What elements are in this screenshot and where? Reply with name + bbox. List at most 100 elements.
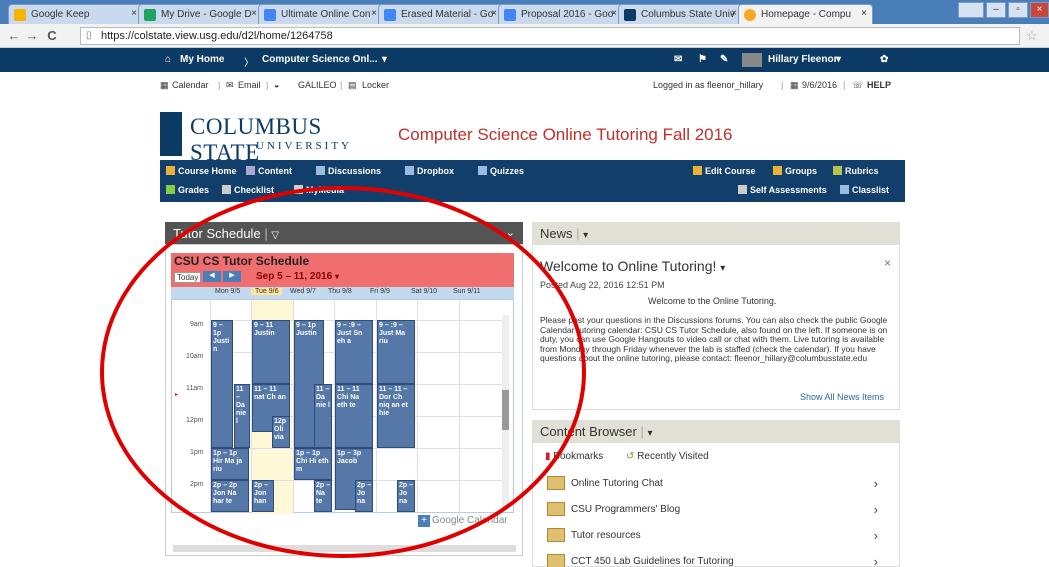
nav-checklist[interactable]: Checklist xyxy=(222,185,274,195)
nav-quizzes[interactable]: Quizzes xyxy=(478,166,524,176)
back-icon[interactable]: ← xyxy=(6,28,22,43)
nav-classlist[interactable]: Classlist xyxy=(840,185,889,195)
close-icon[interactable]: × xyxy=(251,8,257,19)
nav-grades[interactable]: Grades xyxy=(166,185,209,195)
divider: | xyxy=(781,80,784,90)
calendar-event[interactable]: 2p – 2p Jon Na har te xyxy=(211,480,249,512)
course-selector[interactable]: Computer Science Onl... xyxy=(262,54,378,65)
reload-icon[interactable]: C xyxy=(44,28,60,43)
nav-groups[interactable]: Groups xyxy=(773,166,817,176)
galileo-link[interactable]: GALILEO xyxy=(298,80,337,90)
tab-homepage[interactable]: Homepage - Compu × xyxy=(738,4,873,24)
calendar-scroll-thumb[interactable] xyxy=(502,390,509,430)
nav-rubrics[interactable]: Rubrics xyxy=(833,166,879,176)
email-link[interactable]: Email xyxy=(238,80,261,90)
maximize-button[interactable]: ▫ xyxy=(1008,2,1028,18)
content-item[interactable]: Online Tutoring Chat › xyxy=(545,474,890,494)
media-icon xyxy=(294,185,303,194)
chevron-down-icon[interactable]: ▾ xyxy=(382,54,387,65)
chevron-down-icon[interactable]: ▾ xyxy=(836,54,841,65)
home-icon[interactable]: ⌂ xyxy=(165,54,171,65)
forward-icon[interactable]: → xyxy=(24,28,40,43)
gear-icon[interactable]: ✿ xyxy=(880,54,888,65)
bookmarks-tab[interactable]: ▮ Bookmarks xyxy=(545,451,603,462)
widget-menu-icon[interactable]: ▽ xyxy=(271,230,279,241)
tab-erased[interactable]: Erased Material - Go × xyxy=(378,4,503,24)
close-icon[interactable]: × xyxy=(131,8,137,19)
calendar-event[interactable]: 9 – :9 – Just Sn eh a xyxy=(335,320,373,384)
minimize-button[interactable]: – xyxy=(986,2,1006,18)
calendar-event[interactable]: 1p – 1p Chi Hi eth m xyxy=(294,448,332,480)
user-menu[interactable]: Hillary Fleenor xyxy=(768,54,837,65)
calendar-event[interactable]: 9 – :9 – Just Ma riu xyxy=(377,320,415,384)
calendar-link[interactable]: Calendar xyxy=(172,80,209,90)
horizontal-scrollbar[interactable] xyxy=(173,545,516,552)
close-window-button[interactable]: × xyxy=(1030,2,1049,18)
nav-self-assessments[interactable]: Self Assessments xyxy=(738,185,827,195)
rubrics-icon xyxy=(833,166,842,175)
help-link[interactable]: HELP xyxy=(867,80,891,90)
calendar-event[interactable]: 2p – Jo na xyxy=(355,480,373,512)
widget-menu-icon[interactable]: ▾ xyxy=(583,230,588,241)
calendar-event[interactable]: 1p – 1p Hir Ma ja riu xyxy=(211,448,249,480)
news-item-title[interactable]: Welcome to Online Tutoring! ▾ xyxy=(540,258,725,274)
content-item[interactable]: Tutor resources › xyxy=(545,526,890,546)
calendar-event[interactable]: 11 – Da nie l xyxy=(314,384,332,448)
collapse-icon[interactable]: ⌄ xyxy=(506,226,515,239)
close-icon[interactable]: × xyxy=(611,8,617,19)
google-calendar-link[interactable]: + Google Calendar xyxy=(418,515,508,527)
tutor-schedule-header: Tutor Schedule | ▽ ⌄ xyxy=(165,222,523,244)
tab-google-keep[interactable]: Google Keep × xyxy=(8,4,143,24)
close-icon[interactable]: × xyxy=(371,8,377,19)
calendar-event[interactable]: 12p Oli via xyxy=(272,416,290,448)
calendar-event[interactable]: 2p – Jo na xyxy=(397,480,415,512)
update-alerts-icon[interactable]: ✎ xyxy=(720,54,728,65)
university-logo[interactable]: COLUMBUS STATE UNIVERSITY xyxy=(160,112,380,165)
close-icon[interactable]: × xyxy=(491,8,497,19)
calendar-event[interactable]: 11 – 11 – Dor Ch niq an et hie xyxy=(377,384,415,448)
content-item[interactable]: CCT 450 Lab Guidelines for Tutoring › xyxy=(545,552,890,567)
edit-icon xyxy=(693,166,702,175)
nav-discussions[interactable]: Discussions xyxy=(316,166,381,176)
tab-my-drive[interactable]: My Drive - Google D × xyxy=(138,4,263,24)
current-time-marker: ▸ xyxy=(175,392,179,398)
close-icon[interactable]: × xyxy=(861,8,867,19)
show-all-news-link[interactable]: Show All News Items xyxy=(800,392,884,402)
checklist-icon xyxy=(222,185,231,194)
calendar-grid[interactable]: 9am 10am 11am 12pm 1pm 2pm ▸ 9 – 1p Justi… xyxy=(171,299,514,514)
my-home-link[interactable]: My Home xyxy=(180,54,224,65)
content-item[interactable]: CSU Programmers' Blog › xyxy=(545,500,890,520)
nav-course-home[interactable]: Course Home xyxy=(166,166,237,176)
prev-week-button[interactable]: ◀ xyxy=(203,271,221,282)
date-range[interactable]: Sep 5 – 11, 2016 ▾ xyxy=(256,271,339,282)
recently-visited-tab[interactable]: ↺ Recently Visited xyxy=(626,451,709,462)
logged-in-text: Logged in as fleenor_hillary xyxy=(653,80,764,90)
url-input[interactable]: ▯ https://colstate.view.usg.edu/d2l/home… xyxy=(80,27,1020,45)
calendar-event[interactable]: 11 – 11 Chi Na eth te xyxy=(335,384,373,448)
calendar-event[interactable]: 2p – Jon han xyxy=(252,480,274,512)
star-icon[interactable]: ☆ xyxy=(1024,28,1040,44)
locker-link[interactable]: Locker xyxy=(362,80,389,90)
subscription-alerts-icon[interactable]: ⚑ xyxy=(698,54,707,65)
close-icon[interactable]: × xyxy=(731,8,737,19)
assessments-icon xyxy=(738,185,747,194)
tab-ultimate[interactable]: Ultimate Online Con × xyxy=(258,4,383,24)
tab-proposal[interactable]: Proposal 2016 - Goo × xyxy=(498,4,623,24)
widget-menu-icon[interactable]: ▾ xyxy=(647,428,652,439)
calendar-event[interactable]: 9 – 1p Justi n xyxy=(211,320,233,448)
message-alerts-icon[interactable]: ✉ xyxy=(674,54,682,65)
close-icon[interactable]: × xyxy=(884,256,891,270)
calendar-event[interactable]: 2p – Na te xyxy=(314,480,332,512)
tab-columbus[interactable]: Columbus State Univ × xyxy=(618,4,743,24)
today-button[interactable]: Today xyxy=(174,272,202,283)
nav-mymedia[interactable]: MyMedia xyxy=(294,185,344,195)
content-browser-header: Content Browser | ▾ xyxy=(532,420,900,442)
calendar-event[interactable]: 11 – Da nie l xyxy=(234,384,250,448)
nav-content[interactable]: Content xyxy=(246,166,292,176)
avatar[interactable] xyxy=(742,53,762,67)
nav-dropbox[interactable]: Dropbox xyxy=(405,166,454,176)
user-profile-button[interactable] xyxy=(958,2,984,18)
calendar-event[interactable]: 9 – 11 Justin xyxy=(252,320,290,384)
next-week-button[interactable]: ▶ xyxy=(223,271,241,282)
nav-edit-course[interactable]: Edit Course xyxy=(693,166,756,176)
